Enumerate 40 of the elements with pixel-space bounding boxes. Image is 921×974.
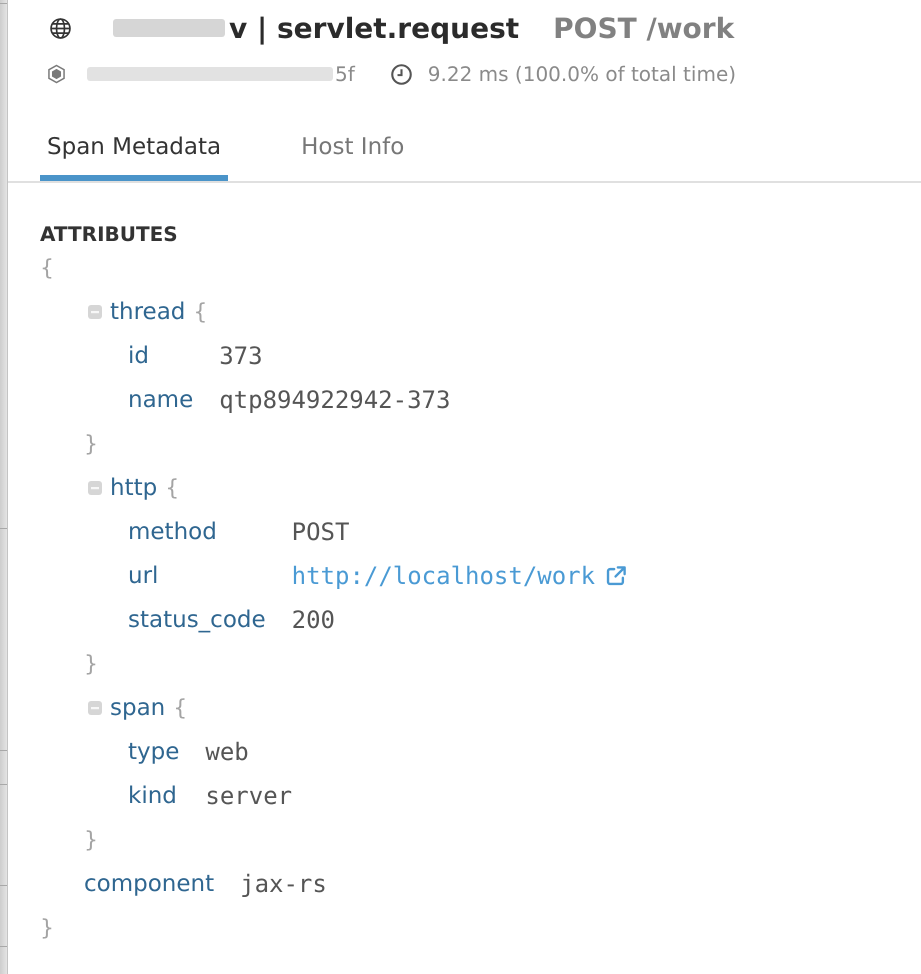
span-title: v | servlet.request xyxy=(229,12,520,44)
tab[interactable]: Span Metadata xyxy=(40,115,228,181)
attribute-value: 373 xyxy=(219,342,263,370)
open-brace: { xyxy=(173,696,188,720)
attribute-key: name xyxy=(128,387,194,413)
duration-text: 9.22 ms (100.0% of total time) xyxy=(428,62,736,86)
tab[interactable]: Host Info xyxy=(294,115,412,181)
clock-icon xyxy=(390,64,412,84)
close-brace: } xyxy=(84,432,98,456)
attribute-group-key[interactable]: http xyxy=(110,475,158,501)
close-brace: } xyxy=(84,828,98,852)
resource-name: POST /work xyxy=(553,12,734,44)
attribute-group-key[interactable]: span xyxy=(110,695,166,721)
collapse-icon[interactable] xyxy=(88,305,102,319)
open-brace: { xyxy=(165,476,180,500)
section-heading: ATTRIBUTES xyxy=(40,222,178,246)
attribute-value: web xyxy=(205,738,249,766)
external-link-icon[interactable] xyxy=(605,565,628,587)
attribute-value: qtp894922942-373 xyxy=(219,386,450,414)
attribute-key: status_code xyxy=(128,607,266,633)
attribute-value: 200 xyxy=(292,606,335,634)
attribute-key: kind xyxy=(128,783,177,809)
close-brace: } xyxy=(40,916,54,940)
close-brace: } xyxy=(84,652,98,676)
globe-icon xyxy=(50,18,71,38)
trace-id: 5f xyxy=(335,62,355,86)
hexagon-icon xyxy=(48,64,65,84)
collapse-icon[interactable] xyxy=(88,701,102,715)
attribute-key: component xyxy=(84,871,214,897)
attribute-key: id xyxy=(128,343,149,369)
attribute-value: jax-rs xyxy=(240,870,327,898)
attribute-key: url xyxy=(128,563,158,589)
attribute-group-key[interactable]: thread xyxy=(110,299,186,325)
attribute-key: method xyxy=(128,519,217,545)
collapse-icon[interactable] xyxy=(88,481,102,495)
attribute-value: server xyxy=(205,782,292,810)
open-brace: { xyxy=(40,256,54,280)
attribute-key: type xyxy=(128,739,180,765)
attribute-value: POST xyxy=(292,518,350,546)
open-brace: { xyxy=(193,300,208,324)
